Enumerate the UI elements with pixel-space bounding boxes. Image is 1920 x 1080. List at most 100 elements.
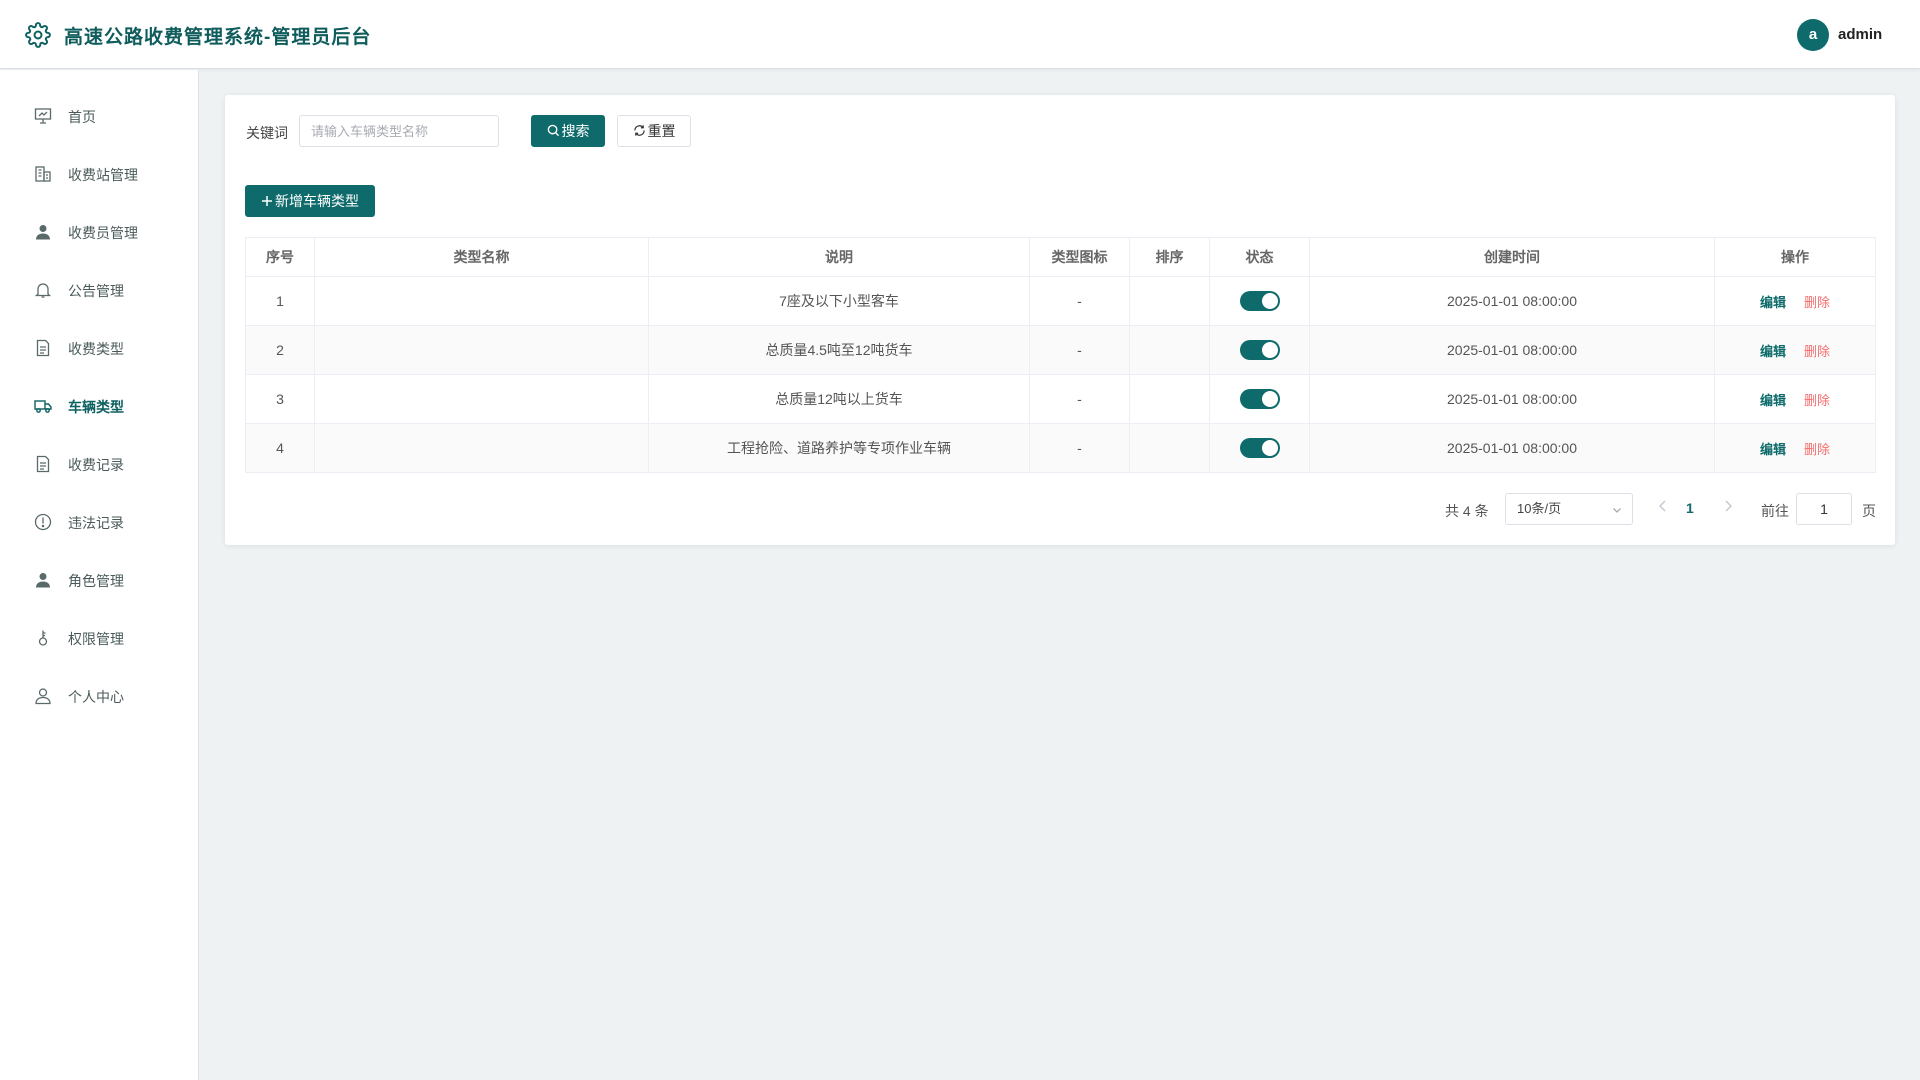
user-icon bbox=[36, 573, 50, 588]
document-icon bbox=[36, 455, 50, 473]
cell-description: 工程抢险、道路养护等专项作业车辆 bbox=[648, 423, 1030, 473]
table-row: 4 工程抢险、道路养护等专项作业车辆 - 2025-01-01 08:00:00… bbox=[245, 423, 1876, 473]
cell-description: 总质量12吨以上货车 bbox=[648, 374, 1030, 424]
cell-type-icon: - bbox=[1029, 423, 1130, 473]
status-toggle[interactable] bbox=[1239, 291, 1280, 311]
sidebar-item-vehicle-types[interactable]: 车辆类型 bbox=[0, 377, 198, 435]
sidebar-item-violations[interactable]: 违法记录 bbox=[0, 493, 198, 551]
top-header: 高速公路收费管理系统-管理员后台 a admin bbox=[0, 0, 1920, 69]
prev-page-icon[interactable] bbox=[1658, 499, 1668, 513]
cell-sort bbox=[1129, 325, 1210, 375]
toggle-knob bbox=[1261, 293, 1278, 309]
add-vehicle-type-button[interactable]: 新增车辆类型 bbox=[245, 185, 375, 217]
column-header: 排序 bbox=[1129, 237, 1210, 277]
sidebar-item-permissions[interactable]: 权限管理 bbox=[0, 609, 198, 667]
cell-sort bbox=[1129, 423, 1210, 473]
sidebar-item-label: 个人中心 bbox=[68, 689, 124, 705]
column-header: 说明 bbox=[648, 237, 1030, 277]
table-row: 3 总质量12吨以上货车 - 2025-01-01 08:00:00 编辑 删除 bbox=[245, 374, 1876, 424]
sidebar-item-profile[interactable]: 个人中心 bbox=[0, 667, 198, 725]
cell-actions: 编辑 删除 bbox=[1714, 374, 1876, 424]
column-header: 操作 bbox=[1714, 237, 1876, 277]
sidebar-item-label: 违法记录 bbox=[68, 515, 124, 531]
delete-link[interactable]: 删除 bbox=[1804, 442, 1830, 457]
cell-description: 7座及以下小型客车 bbox=[648, 276, 1030, 326]
cell-actions: 编辑 删除 bbox=[1714, 276, 1876, 326]
sidebar-item-toll-stations[interactable]: 收费站管理 bbox=[0, 145, 198, 203]
add-button-label: 新增车辆类型 bbox=[275, 193, 359, 209]
cell-actions: 编辑 删除 bbox=[1714, 325, 1876, 375]
table-row: 2 总质量4.5吨至12吨货车 - 2025-01-01 08:00:00 编辑… bbox=[245, 325, 1876, 375]
cell-index: 1 bbox=[245, 276, 315, 326]
avatar[interactable]: a bbox=[1797, 19, 1829, 51]
current-page[interactable]: 1 bbox=[1686, 500, 1694, 516]
table-row: 1 7座及以下小型客车 - 2025-01-01 08:00:00 编辑 删除 bbox=[245, 276, 1876, 326]
delete-link[interactable]: 删除 bbox=[1804, 344, 1830, 359]
search-button[interactable]: 搜索 bbox=[531, 115, 605, 147]
search-input[interactable] bbox=[299, 115, 499, 147]
page-suffix: 页 bbox=[1862, 503, 1876, 519]
status-toggle[interactable] bbox=[1239, 389, 1280, 409]
sidebar-item-collectors[interactable]: 收费员管理 bbox=[0, 203, 198, 261]
dashboard-icon bbox=[34, 108, 52, 124]
sidebar: 首页 收费站管理 收费员管理 公告管理 收费类型 车辆类型 收费记录 违法记录 … bbox=[0, 70, 199, 1080]
sidebar-item-roles[interactable]: 角色管理 bbox=[0, 551, 198, 609]
column-header: 类型图标 bbox=[1029, 237, 1130, 277]
edit-link[interactable]: 编辑 bbox=[1760, 295, 1786, 310]
cell-created-time: 2025-01-01 08:00:00 bbox=[1309, 374, 1715, 424]
column-header: 类型名称 bbox=[314, 237, 649, 277]
username[interactable]: admin bbox=[1838, 26, 1882, 43]
content-card: 关键词 搜索 重置 新增车辆类型 序号 类型名称 说明 类型图标 排序 状态 创… bbox=[225, 95, 1895, 545]
cell-type-name bbox=[314, 374, 649, 424]
search-icon bbox=[547, 124, 559, 137]
delete-link[interactable]: 删除 bbox=[1804, 295, 1830, 310]
cell-type-name bbox=[314, 423, 649, 473]
column-header: 序号 bbox=[245, 237, 315, 277]
building-icon bbox=[35, 166, 51, 182]
edit-link[interactable]: 编辑 bbox=[1760, 344, 1786, 359]
pagination-total: 共 4 条 bbox=[1445, 503, 1489, 519]
sidebar-item-home[interactable]: 首页 bbox=[0, 87, 198, 145]
cell-index: 3 bbox=[245, 374, 315, 424]
user-outline-icon bbox=[35, 688, 51, 705]
cell-index: 2 bbox=[245, 325, 315, 375]
gear-icon bbox=[25, 22, 51, 48]
cell-status bbox=[1209, 423, 1310, 473]
delete-link[interactable]: 删除 bbox=[1804, 393, 1830, 408]
user-icon bbox=[36, 225, 50, 240]
cell-type-name bbox=[314, 276, 649, 326]
cell-status bbox=[1209, 374, 1310, 424]
document-icon bbox=[36, 339, 50, 357]
cell-type-icon: - bbox=[1029, 325, 1130, 375]
column-header: 创建时间 bbox=[1309, 237, 1715, 277]
sidebar-item-announcements[interactable]: 公告管理 bbox=[0, 261, 198, 319]
cell-sort bbox=[1129, 276, 1210, 326]
app-title: 高速公路收费管理系统-管理员后台 bbox=[64, 27, 372, 48]
status-toggle[interactable] bbox=[1239, 438, 1280, 458]
sidebar-item-fee-types[interactable]: 收费类型 bbox=[0, 319, 198, 377]
sidebar-item-fee-records[interactable]: 收费记录 bbox=[0, 435, 198, 493]
cell-created-time: 2025-01-01 08:00:00 bbox=[1309, 276, 1715, 326]
goto-page-input[interactable] bbox=[1796, 493, 1852, 525]
cell-actions: 编辑 删除 bbox=[1714, 423, 1876, 473]
search-button-label: 搜索 bbox=[561, 123, 590, 139]
cell-created-time: 2025-01-01 08:00:00 bbox=[1309, 325, 1715, 375]
key-icon bbox=[38, 630, 48, 646]
cell-type-icon: - bbox=[1029, 374, 1130, 424]
truck-icon bbox=[34, 400, 52, 413]
page-size-value: 10条/页 bbox=[1517, 501, 1562, 516]
status-toggle[interactable] bbox=[1239, 340, 1280, 360]
reset-button-label: 重置 bbox=[647, 123, 676, 139]
cell-description: 总质量4.5吨至12吨货车 bbox=[648, 325, 1030, 375]
reset-button[interactable]: 重置 bbox=[617, 115, 691, 147]
toggle-knob bbox=[1261, 391, 1278, 407]
edit-link[interactable]: 编辑 bbox=[1760, 442, 1786, 457]
edit-link[interactable]: 编辑 bbox=[1760, 393, 1786, 408]
cell-status bbox=[1209, 276, 1310, 326]
page-size-select[interactable]: 10条/页 bbox=[1505, 493, 1633, 525]
next-page-icon[interactable] bbox=[1723, 499, 1733, 513]
sidebar-item-label: 角色管理 bbox=[68, 573, 124, 589]
goto-label: 前往 bbox=[1761, 503, 1789, 519]
sidebar-item-label: 收费站管理 bbox=[68, 167, 138, 183]
column-header: 状态 bbox=[1209, 237, 1310, 277]
